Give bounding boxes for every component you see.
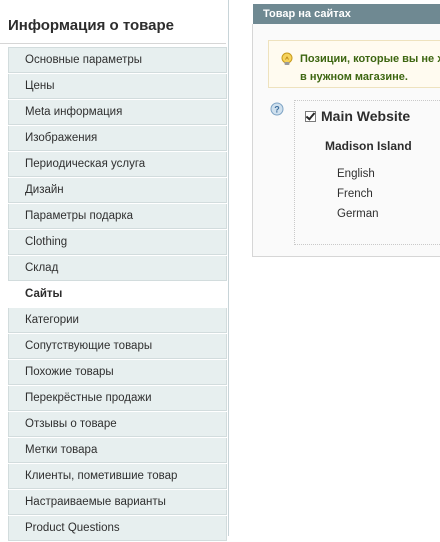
product-info-sidebar: Информация о товаре Основные параметры Ц… xyxy=(0,0,229,541)
tab-upsells[interactable]: Похожие товары xyxy=(8,360,227,385)
tab-configurable[interactable]: Настраиваемые варианты xyxy=(8,490,227,515)
store-view-english: English xyxy=(337,168,375,180)
tab-websites[interactable]: Сайты xyxy=(8,282,227,307)
notice-text: Позиции, которые вы не х в нужном магази… xyxy=(300,50,440,86)
panel-header: Товар на сайтах xyxy=(253,4,440,24)
sidebar-title-text: Информация о товаре xyxy=(8,17,175,34)
store-view-french: French xyxy=(337,188,373,200)
tab-prices[interactable]: Цены xyxy=(8,74,227,99)
tab-tags[interactable]: Метки товара xyxy=(8,438,227,463)
tab-related[interactable]: Сопутствующие товары xyxy=(8,334,227,359)
store-view-german: German xyxy=(337,208,379,220)
tab-product-questions[interactable]: Product Questions xyxy=(8,516,227,541)
tab-general[interactable]: Основные параметры xyxy=(8,47,227,73)
tab-clothing[interactable]: Clothing xyxy=(8,230,227,255)
tab-inventory[interactable]: Склад xyxy=(8,256,227,281)
website-checkbox[interactable] xyxy=(305,111,316,122)
tab-recurring[interactable]: Периодическая услуга xyxy=(8,152,227,177)
tab-design[interactable]: Дизайн xyxy=(8,178,227,203)
panel-header-title: Товар на сайтах xyxy=(263,8,351,20)
help-icon[interactable]: ? xyxy=(270,102,284,116)
tab-list: Основные параметры Цены Meta информация … xyxy=(8,47,227,542)
notice-line-2: в нужном магазине. xyxy=(300,71,408,83)
tab-reviews[interactable]: Отзывы о товаре xyxy=(8,412,227,437)
tab-meta[interactable]: Meta информация xyxy=(8,100,227,125)
website-name[interactable]: Main Website xyxy=(321,108,410,124)
lightbulb-icon xyxy=(281,52,293,65)
tab-crosssells[interactable]: Перекрёстные продажи xyxy=(8,386,227,411)
tab-categories[interactable]: Категории xyxy=(8,308,227,333)
notice-message: Позиции, которые вы не х в нужном магази… xyxy=(268,40,440,88)
store-name: Madison Island xyxy=(325,139,412,153)
svg-text:?: ? xyxy=(274,105,280,115)
notice-line-1: Позиции, которые вы не х xyxy=(300,53,440,65)
tab-images[interactable]: Изображения xyxy=(8,126,227,151)
tab-gift-options[interactable]: Параметры подарка xyxy=(8,204,227,229)
tab-customers-tagged[interactable]: Клиенты, пометившие товар xyxy=(8,464,227,489)
sidebar-title: Информация о товаре xyxy=(0,0,226,44)
